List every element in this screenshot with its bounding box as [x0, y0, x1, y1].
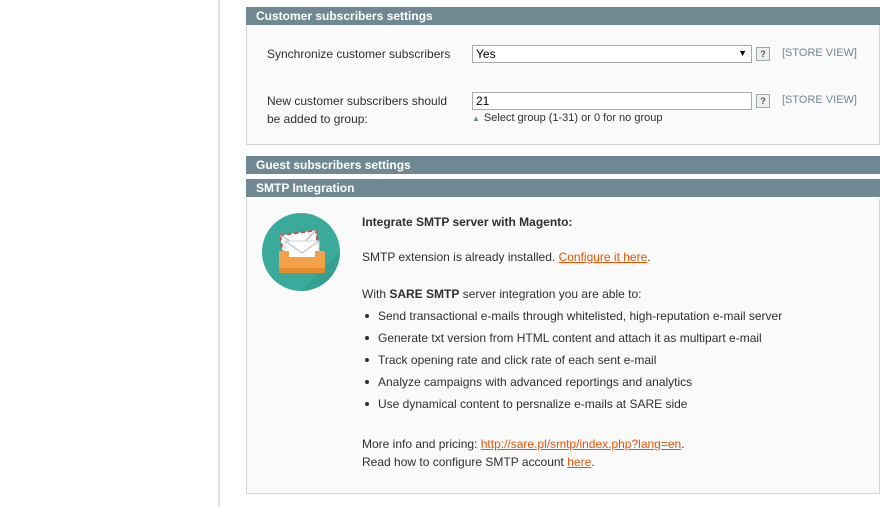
feature-item: Send transactional e-mails through white…	[362, 308, 822, 330]
more-info-prefix: More info and pricing:	[362, 437, 481, 451]
customer-section-body: Synchronize customer subscribers Yes ▼ ?…	[246, 25, 880, 145]
sync-select[interactable]: Yes	[472, 45, 752, 63]
installed-line: SMTP extension is already installed. Con…	[362, 249, 651, 265]
intro-line: With SARE SMTP server integration you ar…	[362, 286, 641, 302]
sync-field: Yes ▼	[472, 45, 752, 63]
period: .	[647, 250, 651, 264]
feature-item: Generate txt version from HTML content a…	[362, 330, 822, 352]
group-field: ▲Select group (1-31) or 0 for no group	[472, 92, 752, 124]
smtp-section-body: Integrate SMTP server with Magento: SMTP…	[246, 199, 880, 494]
guest-section-header[interactable]: Guest subscribers settings	[246, 156, 880, 174]
installed-text: SMTP extension is already installed.	[362, 250, 556, 264]
more-info-line: More info and pricing: http://sare.pl/sm…	[362, 436, 685, 452]
smtp-heading: Integrate SMTP server with Magento:	[362, 215, 573, 229]
group-label: New customer subscribers should be added…	[267, 94, 448, 126]
configure-link[interactable]: Configure it here	[559, 250, 648, 264]
pricing-link[interactable]: http://sare.pl/smtp/index.php?lang=en	[481, 437, 681, 451]
feature-item: Track opening rate and click rate of eac…	[362, 352, 822, 374]
group-input[interactable]	[472, 92, 752, 110]
smtp-section-header[interactable]: SMTP Integration	[246, 179, 880, 197]
help-icon[interactable]: ?	[756, 47, 770, 61]
feature-list: Send transactional e-mails through white…	[362, 308, 822, 418]
envelope-icon	[262, 213, 340, 291]
sync-scope-label: [STORE VIEW]	[782, 47, 857, 59]
read-prefix: Read how to configure SMTP account	[362, 455, 568, 469]
left-column	[0, 0, 220, 507]
intro-prefix: With	[362, 287, 390, 301]
intro-bold: SARE SMTP	[389, 287, 460, 301]
intro-suffix: server integration you are able to:	[459, 287, 642, 301]
note-triangle-icon: ▲	[472, 114, 480, 123]
read-line: Read how to configure SMTP account here.	[362, 454, 595, 470]
period: .	[591, 455, 595, 469]
feature-item: Use dynamical content to persnalize e-ma…	[362, 396, 822, 418]
group-scope-label: [STORE VIEW]	[782, 94, 857, 106]
period: .	[681, 437, 685, 451]
sync-label: Synchronize customer subscribers	[267, 47, 451, 61]
group-note: ▲ Select group (1-31) or 0 for no group	[472, 112, 752, 124]
here-link[interactable]: here	[567, 455, 591, 469]
group-note-text: Select group (1-31) or 0 for no group	[483, 112, 663, 124]
help-icon[interactable]: ?	[756, 94, 770, 108]
customer-section-header[interactable]: Customer subscribers settings	[246, 7, 880, 25]
feature-item: Analyze campaigns with advanced reportin…	[362, 374, 822, 396]
